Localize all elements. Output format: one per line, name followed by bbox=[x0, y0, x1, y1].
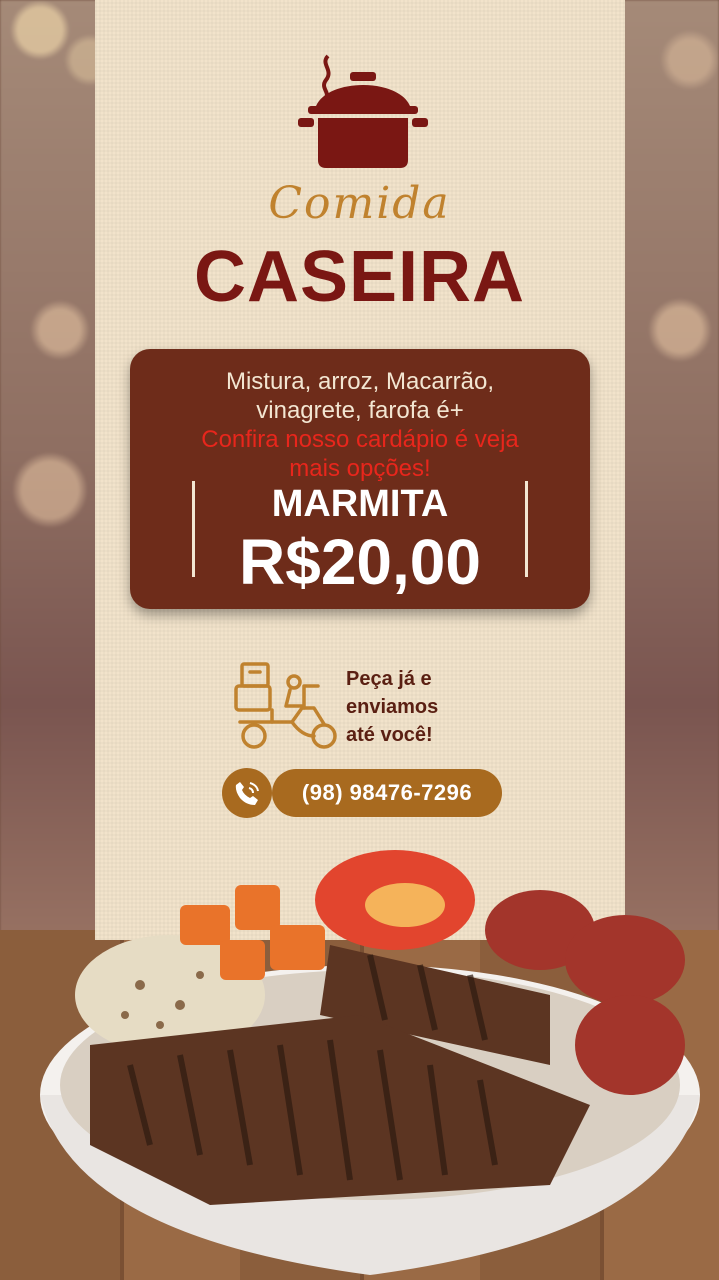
phone-icon[interactable] bbox=[222, 768, 272, 818]
offer-highlight-2: mais opções! bbox=[289, 455, 431, 482]
cooking-pot-icon bbox=[298, 54, 428, 168]
food-bowl-image bbox=[40, 850, 700, 1275]
offer-line-2: vinagrete, farofa é+ bbox=[256, 397, 464, 424]
delivery-message: Peça já e enviamos até você! bbox=[346, 665, 438, 749]
offer-highlight: Confira nosso cardápio é veja mais opçõe… bbox=[130, 425, 590, 483]
offer-highlight-1: Confira nosso cardápio é veja bbox=[201, 426, 519, 453]
delivery-line-3: até você! bbox=[346, 724, 433, 746]
product-label: MARMITA bbox=[271, 483, 449, 525]
phone-contact[interactable]: (98) 98476-7296 bbox=[222, 768, 504, 818]
brand-script-text: Comida bbox=[268, 178, 451, 229]
phone-number[interactable]: (98) 98476-7296 bbox=[272, 769, 502, 817]
delivery-line-1: Peça já e bbox=[346, 668, 432, 690]
delivery-scooter-icon bbox=[234, 662, 337, 749]
brand-title: CASEIRA bbox=[193, 237, 526, 317]
product-price: R$20,00 bbox=[239, 526, 481, 598]
delivery-line-2: enviamos bbox=[346, 696, 439, 718]
offer-description: Mistura, arroz, Macarrão, vinagrete, far… bbox=[130, 367, 590, 425]
offer-line-1: Mistura, arroz, Macarrão, bbox=[225, 368, 495, 395]
offer-card: Mistura, arroz, Macarrão, vinagrete, far… bbox=[130, 349, 590, 609]
